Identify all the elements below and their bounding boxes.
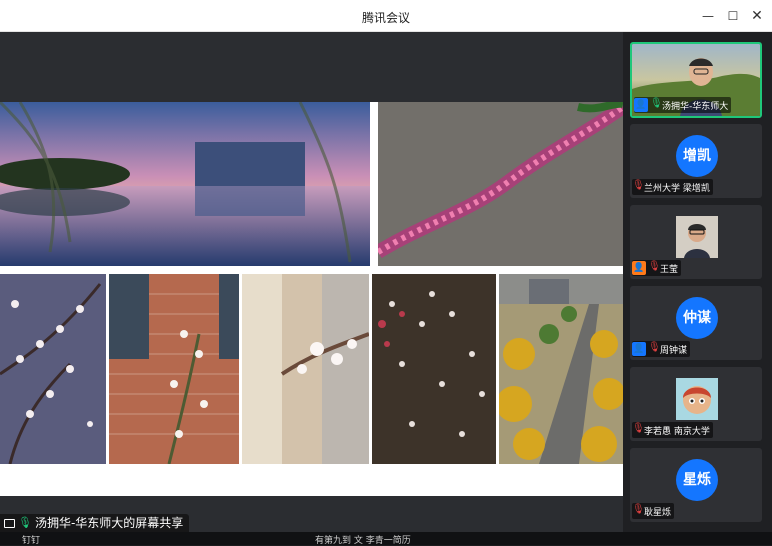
mic-muted-icon: 🎙 [632,180,645,191]
minimize-icon[interactable]: — [699,7,717,25]
participant-nametag: 🎙 兰州大学 梁增凯 [632,179,713,195]
taskbar-left-text: 钉钉 [22,536,41,546]
participant-nametag: 👤 🎙 汤拥华-华东师大 [634,97,732,113]
photo-campus-lake [0,102,370,266]
avatar: 星烁 [676,459,718,501]
participant-tile[interactable]: 🎙 李若愚 南京大学 [630,367,762,441]
participant-name: 汤拥华-华东师大 [662,101,729,112]
mic-muted-icon: 🎙 [632,504,645,515]
host-icon: 👤 [632,342,646,356]
taskbar-strip: 钉钉 有第九到 文 李青一简历 [0,532,772,546]
mic-icon: 🎙 [650,98,663,109]
participant-name: 耿星烁 [644,507,672,518]
screen-share-icon [4,518,15,528]
window-title: 腾讯会议 [361,11,410,25]
close-icon[interactable]: ✕ [748,7,766,25]
participant-nametag: 👤 🎙 王莹 [632,260,682,276]
screen-share-area: 🎙 汤拥华-华东师大的屏幕共享 [0,32,623,532]
participant-name: 兰州大学 梁增凯 [644,183,710,194]
participant-tile[interactable]: 👤 🎙 汤拥华-华东师大 [630,42,762,118]
mic-muted-icon: 🎙 [648,261,661,272]
host-icon: 👤 [634,98,648,112]
shared-slide [0,102,623,496]
participant-tile[interactable]: 👤 🎙 王莹 [630,205,762,279]
mic-muted-icon: 🎙 [632,423,645,434]
mic-muted-icon: 🎙 [648,342,661,353]
meeting-window: 腾讯会议 — ☐ ✕ 🎙 汤拥华-华东师大的屏幕共享 👤 🎙 汤拥华-华东师大 … [0,0,772,546]
screen-share-label: 🎙 汤拥华-华东师大的屏幕共享 [0,514,190,532]
participant-nametag: 🎙 耿星烁 [632,503,675,519]
photo-ginkgo-road [499,274,623,464]
avatar: 增凯 [676,135,718,177]
avatar-photo [676,216,718,258]
taskbar-center-text: 有第九到 文 李青一简历 [315,536,411,546]
photo-blossom-crack [378,102,623,266]
title-bar: 腾讯会议 — ☐ ✕ [0,0,772,32]
participant-tile[interactable]: 星烁 🎙 耿星烁 [630,448,762,522]
participant-nametag: 🎙 李若愚 南京大学 [632,422,713,438]
participant-tile[interactable]: 仲谋 👤 🎙 周钟谋 [630,286,762,360]
photo-blossom-closeup [242,274,369,464]
mic-icon: 🎙 [18,516,32,529]
participant-name: 王莹 [660,264,679,275]
participant-nametag: 👤 🎙 周钟谋 [632,341,691,357]
screen-share-text: 汤拥华-华东师大的屏幕共享 [34,516,184,530]
participant-name: 周钟谋 [660,345,688,356]
participant-tile[interactable]: 增凯 🎙 兰州大学 梁增凯 [630,124,762,198]
photo-dark-blossom-tree [372,274,496,464]
avatar: 仲谋 [676,297,718,339]
avatar-photo [676,378,718,420]
maximize-icon[interactable]: ☐ [724,7,742,25]
photo-white-blossoms [0,274,106,464]
participant-name: 李若愚 南京大学 [644,426,710,437]
photo-brick-wall-blossom [109,274,239,464]
cohost-icon: 👤 [632,261,646,275]
